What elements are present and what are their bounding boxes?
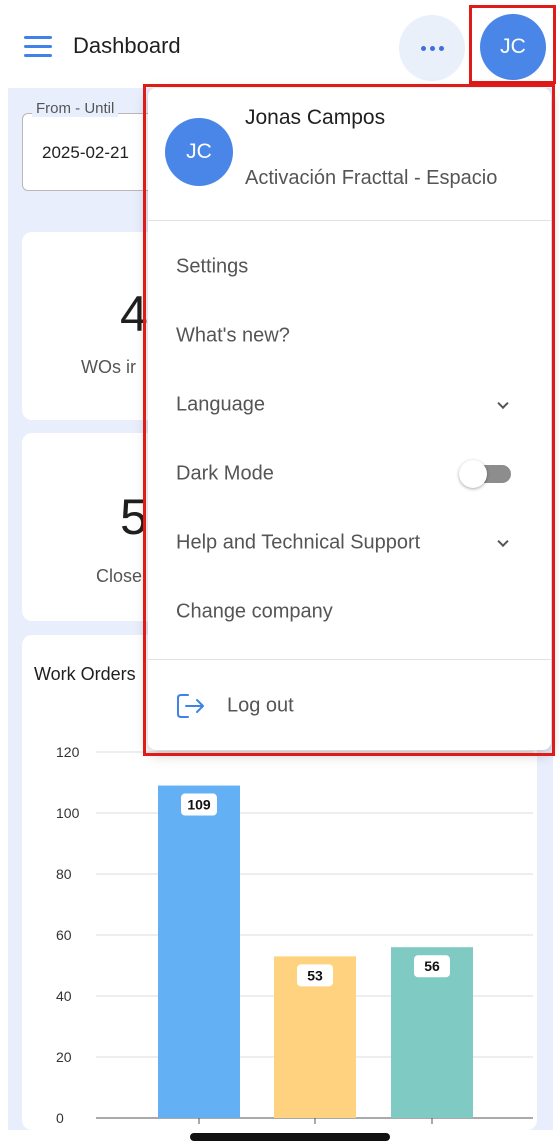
home-indicator[interactable] — [190, 1133, 390, 1141]
dark-mode-toggle[interactable] — [459, 460, 511, 488]
chevron-down-icon — [497, 535, 509, 548]
menu-item-logout[interactable]: Log out — [148, 676, 551, 736]
menu-avatar: JC — [165, 118, 233, 186]
y-tick-label: 100 — [56, 805, 80, 821]
user-menu-dropdown: JC Jonas Campos Activación Fracttal - Es… — [148, 88, 551, 750]
chevron-down-icon — [497, 397, 509, 410]
menu-item-language[interactable]: Language — [148, 375, 551, 435]
logout-icon — [177, 694, 204, 718]
y-tick-label: 0 — [56, 1110, 64, 1126]
y-tick-label: 20 — [56, 1049, 72, 1065]
y-tick-label: 120 — [56, 744, 80, 760]
menu-item-dark-mode: Dark Mode — [148, 444, 551, 504]
menu-item-settings[interactable]: Settings — [148, 237, 551, 297]
logout-label: Log out — [227, 694, 294, 717]
chart-bar — [158, 785, 240, 1118]
menu-item-label: Language — [176, 393, 265, 416]
menu-item-change-company[interactable]: Change company — [148, 582, 551, 642]
menu-divider — [148, 220, 551, 221]
user-name: Jonas Campos — [245, 106, 386, 129]
toggle-knob — [459, 460, 487, 488]
menu-item-help-support[interactable]: Help and Technical Support — [148, 513, 551, 573]
user-company: Activación Fracttal - Espacio — [245, 167, 498, 189]
menu-item-label: Settings — [176, 255, 249, 278]
menu-item-label: What's new? — [176, 324, 290, 347]
y-tick-label: 80 — [56, 866, 72, 882]
data-label: 56 — [424, 958, 440, 974]
data-label: 53 — [307, 967, 323, 983]
y-tick-label: 60 — [56, 927, 72, 943]
menu-item-whats-new[interactable]: What's new? — [148, 306, 551, 366]
menu-item-label: Change company — [176, 600, 333, 623]
menu-item-label: Dark Mode — [176, 462, 274, 485]
y-tick-label: 40 — [56, 988, 72, 1004]
menu-item-label: Help and Technical Support — [176, 531, 421, 554]
data-label: 109 — [187, 797, 211, 813]
menu-divider — [148, 659, 551, 660]
